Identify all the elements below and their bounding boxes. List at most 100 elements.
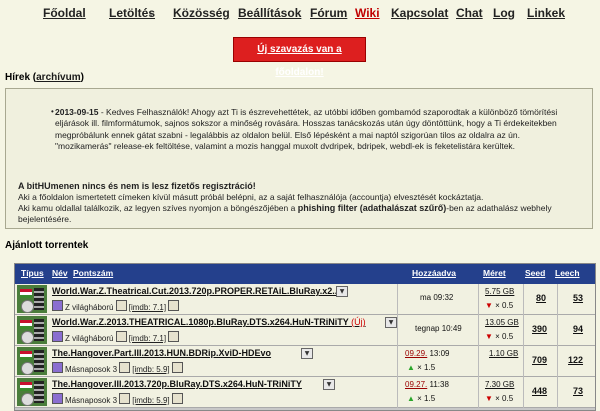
torrent-title[interactable]: The.Hangover.III.2013.720p.BluRay.DTS.x2…: [52, 379, 302, 389]
torrent-title[interactable]: The.Hangover.Part.III.2013.HUN.BDRip.Xvi…: [52, 348, 271, 358]
seed-count[interactable]: 448: [532, 386, 547, 396]
category-icon: [52, 393, 63, 404]
category-icon: [52, 300, 63, 311]
col-type[interactable]: Típus: [21, 268, 44, 278]
multiplier-value: × 1.5: [417, 394, 436, 403]
seed-count[interactable]: 80: [536, 293, 546, 303]
divider: [523, 284, 524, 315]
torrent-table: Típus Név Pontszám Hozzáadva Méret Seed …: [14, 263, 596, 411]
movie-category-icon[interactable]: [17, 285, 47, 313]
divider: [557, 284, 558, 315]
nav-contact[interactable]: Kapcsolat: [391, 6, 448, 20]
info-icon[interactable]: [119, 393, 131, 404]
nav-log[interactable]: Log: [493, 6, 515, 20]
chevron-down-icon[interactable]: ▼: [301, 348, 313, 359]
multiplier-value: × 0.5: [495, 301, 514, 310]
chevron-down-icon[interactable]: ▼: [385, 317, 397, 328]
imdb-link[interactable]: [imdb: 5.9]: [132, 365, 169, 374]
imdb-link[interactable]: [imdb: 5.9]: [132, 396, 169, 405]
torrent-size[interactable]: 7.30 GB: [485, 380, 514, 389]
arrow-up-icon: ▲: [407, 394, 415, 403]
divider: [478, 315, 479, 346]
col-added[interactable]: Hozzáadva: [412, 268, 456, 278]
leech-count[interactable]: 122: [568, 355, 583, 365]
torrents-heading: Ajánlott torrentek: [5, 240, 89, 251]
info-icon[interactable]: [119, 362, 131, 373]
movie-category-icon[interactable]: [17, 347, 47, 375]
imdb-link[interactable]: [imdb: 7.1]: [129, 303, 166, 312]
divider: [557, 315, 558, 346]
leech-count[interactable]: 73: [573, 386, 583, 396]
news-archive-link[interactable]: archívum: [36, 72, 80, 83]
multiplier-value: × 1.5: [417, 363, 436, 372]
col-leech[interactable]: Leech: [555, 268, 580, 278]
nav-links[interactable]: Linkek: [527, 6, 565, 20]
torrent-title-text[interactable]: World.War.Z.2013.THEATRICAL.1080p.BluRay…: [52, 317, 349, 327]
nav-chat[interactable]: Chat: [456, 6, 483, 20]
info-icon[interactable]: [171, 393, 183, 404]
phishing-filter-text: phishing filter (adathalászat szűrő): [297, 203, 447, 213]
torrent-size[interactable]: 5.75 GB: [485, 287, 514, 296]
arrow-down-icon: ▼: [485, 394, 493, 403]
torrent-title[interactable]: World.War.Z.2013.THEATRICAL.1080p.BluRay…: [52, 317, 366, 327]
table-row: The.Hangover.Part.III.2013.HUN.BDRip.Xvi…: [15, 346, 595, 377]
size-multiplier: ▼ × 0.5: [485, 394, 513, 403]
seed-count[interactable]: 390: [532, 324, 547, 334]
divider: [397, 284, 398, 315]
nav-community[interactable]: Közösség: [173, 6, 230, 20]
nav-settings[interactable]: Beállítások: [238, 6, 301, 20]
divider: [478, 284, 479, 315]
movie-category-icon[interactable]: [17, 316, 47, 344]
vote-banner-label[interactable]: Új szavazás van a főoldalon!: [257, 44, 342, 78]
warning-line-1: Aki a főoldalon ismertetett címeken kívü…: [18, 192, 484, 202]
multiplier-value: × 0.5: [495, 394, 514, 403]
torrent-size[interactable]: 13.05 GB: [485, 318, 519, 327]
chevron-down-icon[interactable]: ▼: [336, 286, 348, 297]
arrow-down-icon: ▼: [485, 301, 493, 310]
col-score[interactable]: Pontszám: [73, 268, 113, 278]
added-date: 09.27.: [405, 380, 428, 389]
category-icon: [52, 362, 63, 373]
news-heading: Hírek (archívum): [5, 72, 84, 83]
chevron-down-icon[interactable]: ▼: [323, 379, 335, 390]
info-icon[interactable]: [171, 362, 183, 373]
info-icon[interactable]: [168, 331, 180, 342]
movie-category-icon[interactable]: [17, 378, 47, 406]
news-item: 2013-09-15 - Kedves Felhasználók! Ahogy …: [55, 107, 575, 153]
divider: [557, 346, 558, 377]
divider: [397, 315, 398, 346]
col-size[interactable]: Méret: [483, 268, 506, 278]
divider: [397, 377, 398, 408]
warning-title: A bitHUmenen nincs és nem is lesz fizető…: [18, 181, 256, 191]
news-body: - Kedves Felhasználók! Ahogy azt Ti is é…: [55, 107, 558, 152]
category-icon: [52, 331, 63, 342]
col-name[interactable]: Név: [52, 268, 68, 278]
torrent-subtitle: Másnaposok 3 [imdb: 5.9]: [52, 362, 185, 374]
imdb-link[interactable]: [imdb: 7.1]: [129, 334, 166, 343]
info-icon[interactable]: [115, 331, 127, 342]
torrent-title[interactable]: World.War.Z.Theatrical.Cut.2013.720p.PRO…: [52, 286, 340, 296]
chevron-down-icon[interactable]: ⌄: [147, 8, 155, 19]
nav-home[interactable]: Főoldal: [43, 6, 86, 20]
added-clock: 13:09: [429, 349, 450, 358]
leech-count[interactable]: 53: [573, 293, 583, 303]
torrent-category: Másnaposok 3: [65, 396, 118, 405]
col-seed[interactable]: Seed: [525, 268, 545, 278]
leech-count[interactable]: 94: [573, 324, 583, 334]
divider: [397, 346, 398, 377]
vote-banner[interactable]: Új szavazás van a főoldalon!: [233, 37, 366, 78]
added-multiplier: ▲ × 1.5: [407, 394, 435, 403]
news-box: • 2013-09-15 - Kedves Felhasználók! Ahog…: [5, 88, 593, 229]
torrent-size[interactable]: 1.10 GB: [489, 349, 518, 358]
info-icon[interactable]: [168, 300, 180, 311]
seed-count[interactable]: 709: [532, 355, 547, 365]
nav-wiki[interactable]: Wiki: [355, 6, 380, 20]
size-multiplier: ▼ × 0.5: [485, 332, 513, 341]
torrent-subtitle: Z világháború [imdb: 7.1]: [52, 300, 181, 312]
nav-forum[interactable]: Fórum: [310, 6, 347, 20]
added-time: tegnap 10:49: [415, 324, 462, 333]
added-time: ma 09:32: [420, 293, 454, 302]
table-row: World.War.Z.Theatrical.Cut.2013.720p.PRO…: [15, 284, 595, 315]
added-date: 09.29.: [405, 349, 428, 358]
info-icon[interactable]: [115, 300, 127, 311]
